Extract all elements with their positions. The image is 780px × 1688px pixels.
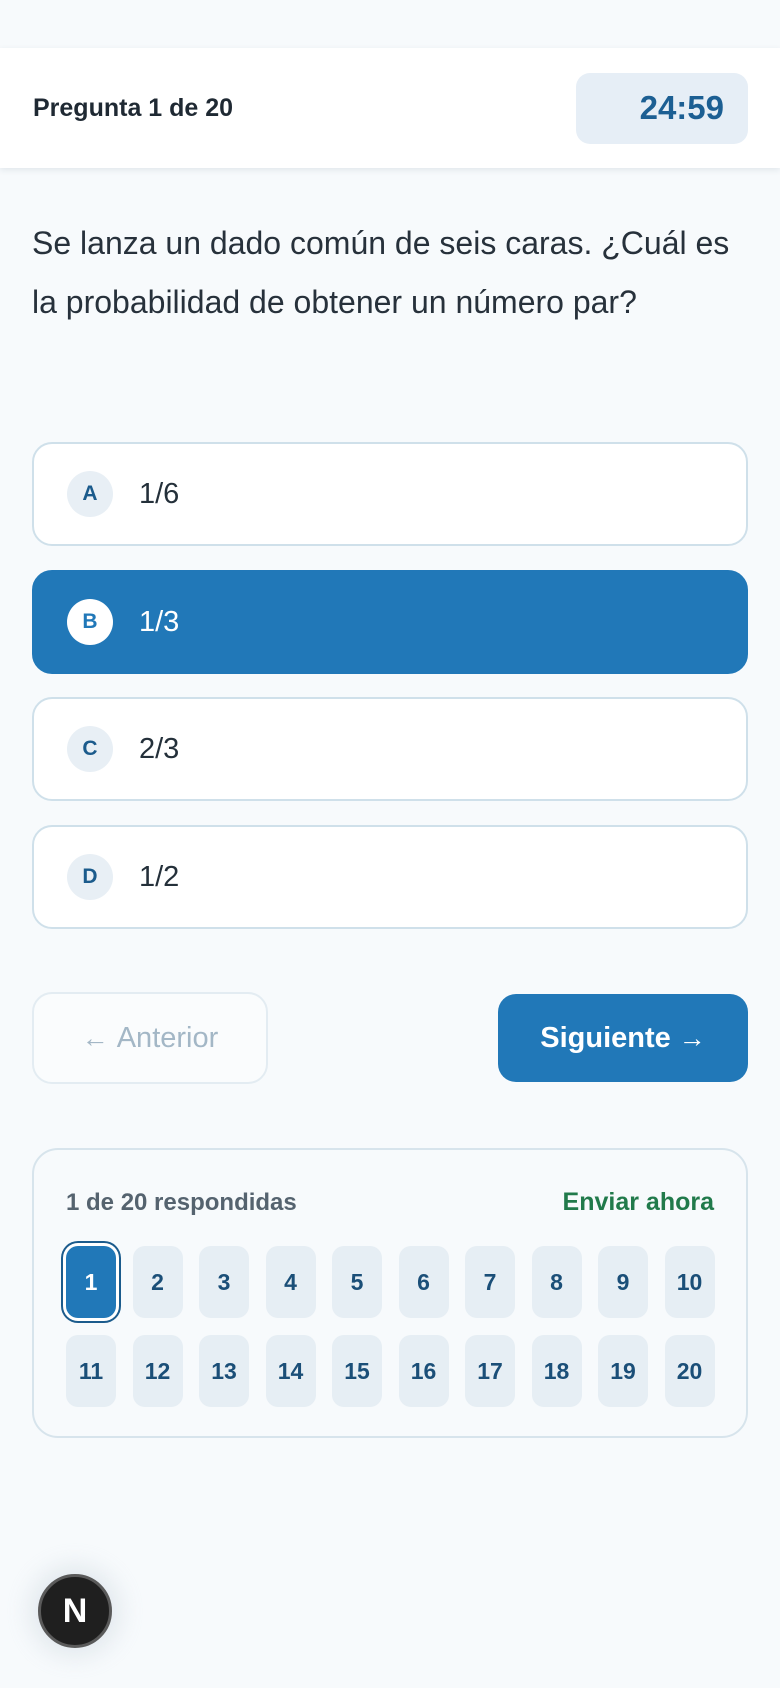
option-text: 1/2 — [139, 860, 180, 893]
question-number-button[interactable]: 18 — [531, 1335, 582, 1407]
question-number-button[interactable]: 2 — [132, 1246, 183, 1318]
top-bar: Pregunta 1 de 20 24:59 — [0, 48, 780, 168]
countdown-timer: 24:59 — [576, 72, 748, 144]
option-letter-badge: B — [67, 599, 113, 645]
question-number-button[interactable]: 16 — [398, 1335, 449, 1407]
question-number-button[interactable]: 10 — [664, 1246, 715, 1318]
question-number-button[interactable]: 12 — [132, 1335, 183, 1407]
question-number-button[interactable]: 9 — [598, 1246, 648, 1318]
question-number-button[interactable]: 20 — [664, 1335, 715, 1407]
option-text: 1/6 — [139, 477, 180, 510]
option-b[interactable]: B 1/3 — [32, 570, 748, 674]
question-number-button[interactable]: 8 — [531, 1246, 582, 1318]
question-progress-label: Pregunta 1 de 20 — [33, 93, 234, 122]
previous-button-label: Anterior — [116, 1021, 219, 1054]
question-text: Se lanza un dado común de seis caras. ¿C… — [32, 225, 730, 320]
question-number-button[interactable]: 14 — [265, 1335, 316, 1407]
question-number-button[interactable]: 7 — [465, 1246, 515, 1318]
dev-badge-letter: N — [62, 1591, 88, 1630]
question-number-button[interactable]: 19 — [598, 1335, 648, 1407]
option-d[interactable]: D 1/2 — [32, 825, 748, 929]
option-a[interactable]: A 1/6 — [32, 442, 748, 546]
previous-button[interactable]: ← Anterior — [32, 992, 268, 1084]
question-navigator-panel: 1 de 20 respondidas Enviar ahora 1234567… — [32, 1148, 748, 1438]
answered-count: 1 de 20 respondidas — [66, 1188, 297, 1216]
navigator-header: 1 de 20 respondidas Enviar ahora — [66, 1188, 714, 1217]
submit-now-link[interactable]: Enviar ahora — [563, 1188, 714, 1217]
option-text: 1/3 — [139, 605, 180, 638]
option-c[interactable]: C 2/3 — [32, 697, 748, 801]
arrow-left-icon: ← — [81, 1022, 109, 1053]
option-letter-badge: C — [67, 726, 113, 772]
question-number-button[interactable]: 11 — [66, 1335, 116, 1407]
dev-tools-badge[interactable]: N — [38, 1574, 112, 1648]
question-number-button[interactable]: 17 — [465, 1335, 515, 1407]
next-button-label: Siguiente — [540, 1021, 671, 1054]
question-number-button[interactable]: 15 — [332, 1335, 382, 1407]
question-number-button[interactable]: 4 — [265, 1246, 316, 1318]
question-number-button[interactable]: 3 — [199, 1246, 249, 1318]
question-number-grid: 1 2 3 4 5 6 7 8 9 10 11 12 13 14 15 16 17 18 19 20 — [66, 1246, 715, 1407]
option-text: 2/3 — [139, 732, 180, 765]
option-letter-badge: A — [67, 471, 113, 517]
question-number-button[interactable]: 5 — [332, 1246, 382, 1318]
option-letter-badge: D — [67, 854, 113, 900]
next-button[interactable]: Siguiente → — [498, 994, 748, 1082]
question-number-button[interactable]: 1 — [66, 1246, 116, 1318]
question-number-button[interactable]: 13 — [199, 1335, 249, 1407]
question-number-button[interactable]: 6 — [398, 1246, 449, 1318]
arrow-right-icon: → — [678, 1022, 706, 1053]
